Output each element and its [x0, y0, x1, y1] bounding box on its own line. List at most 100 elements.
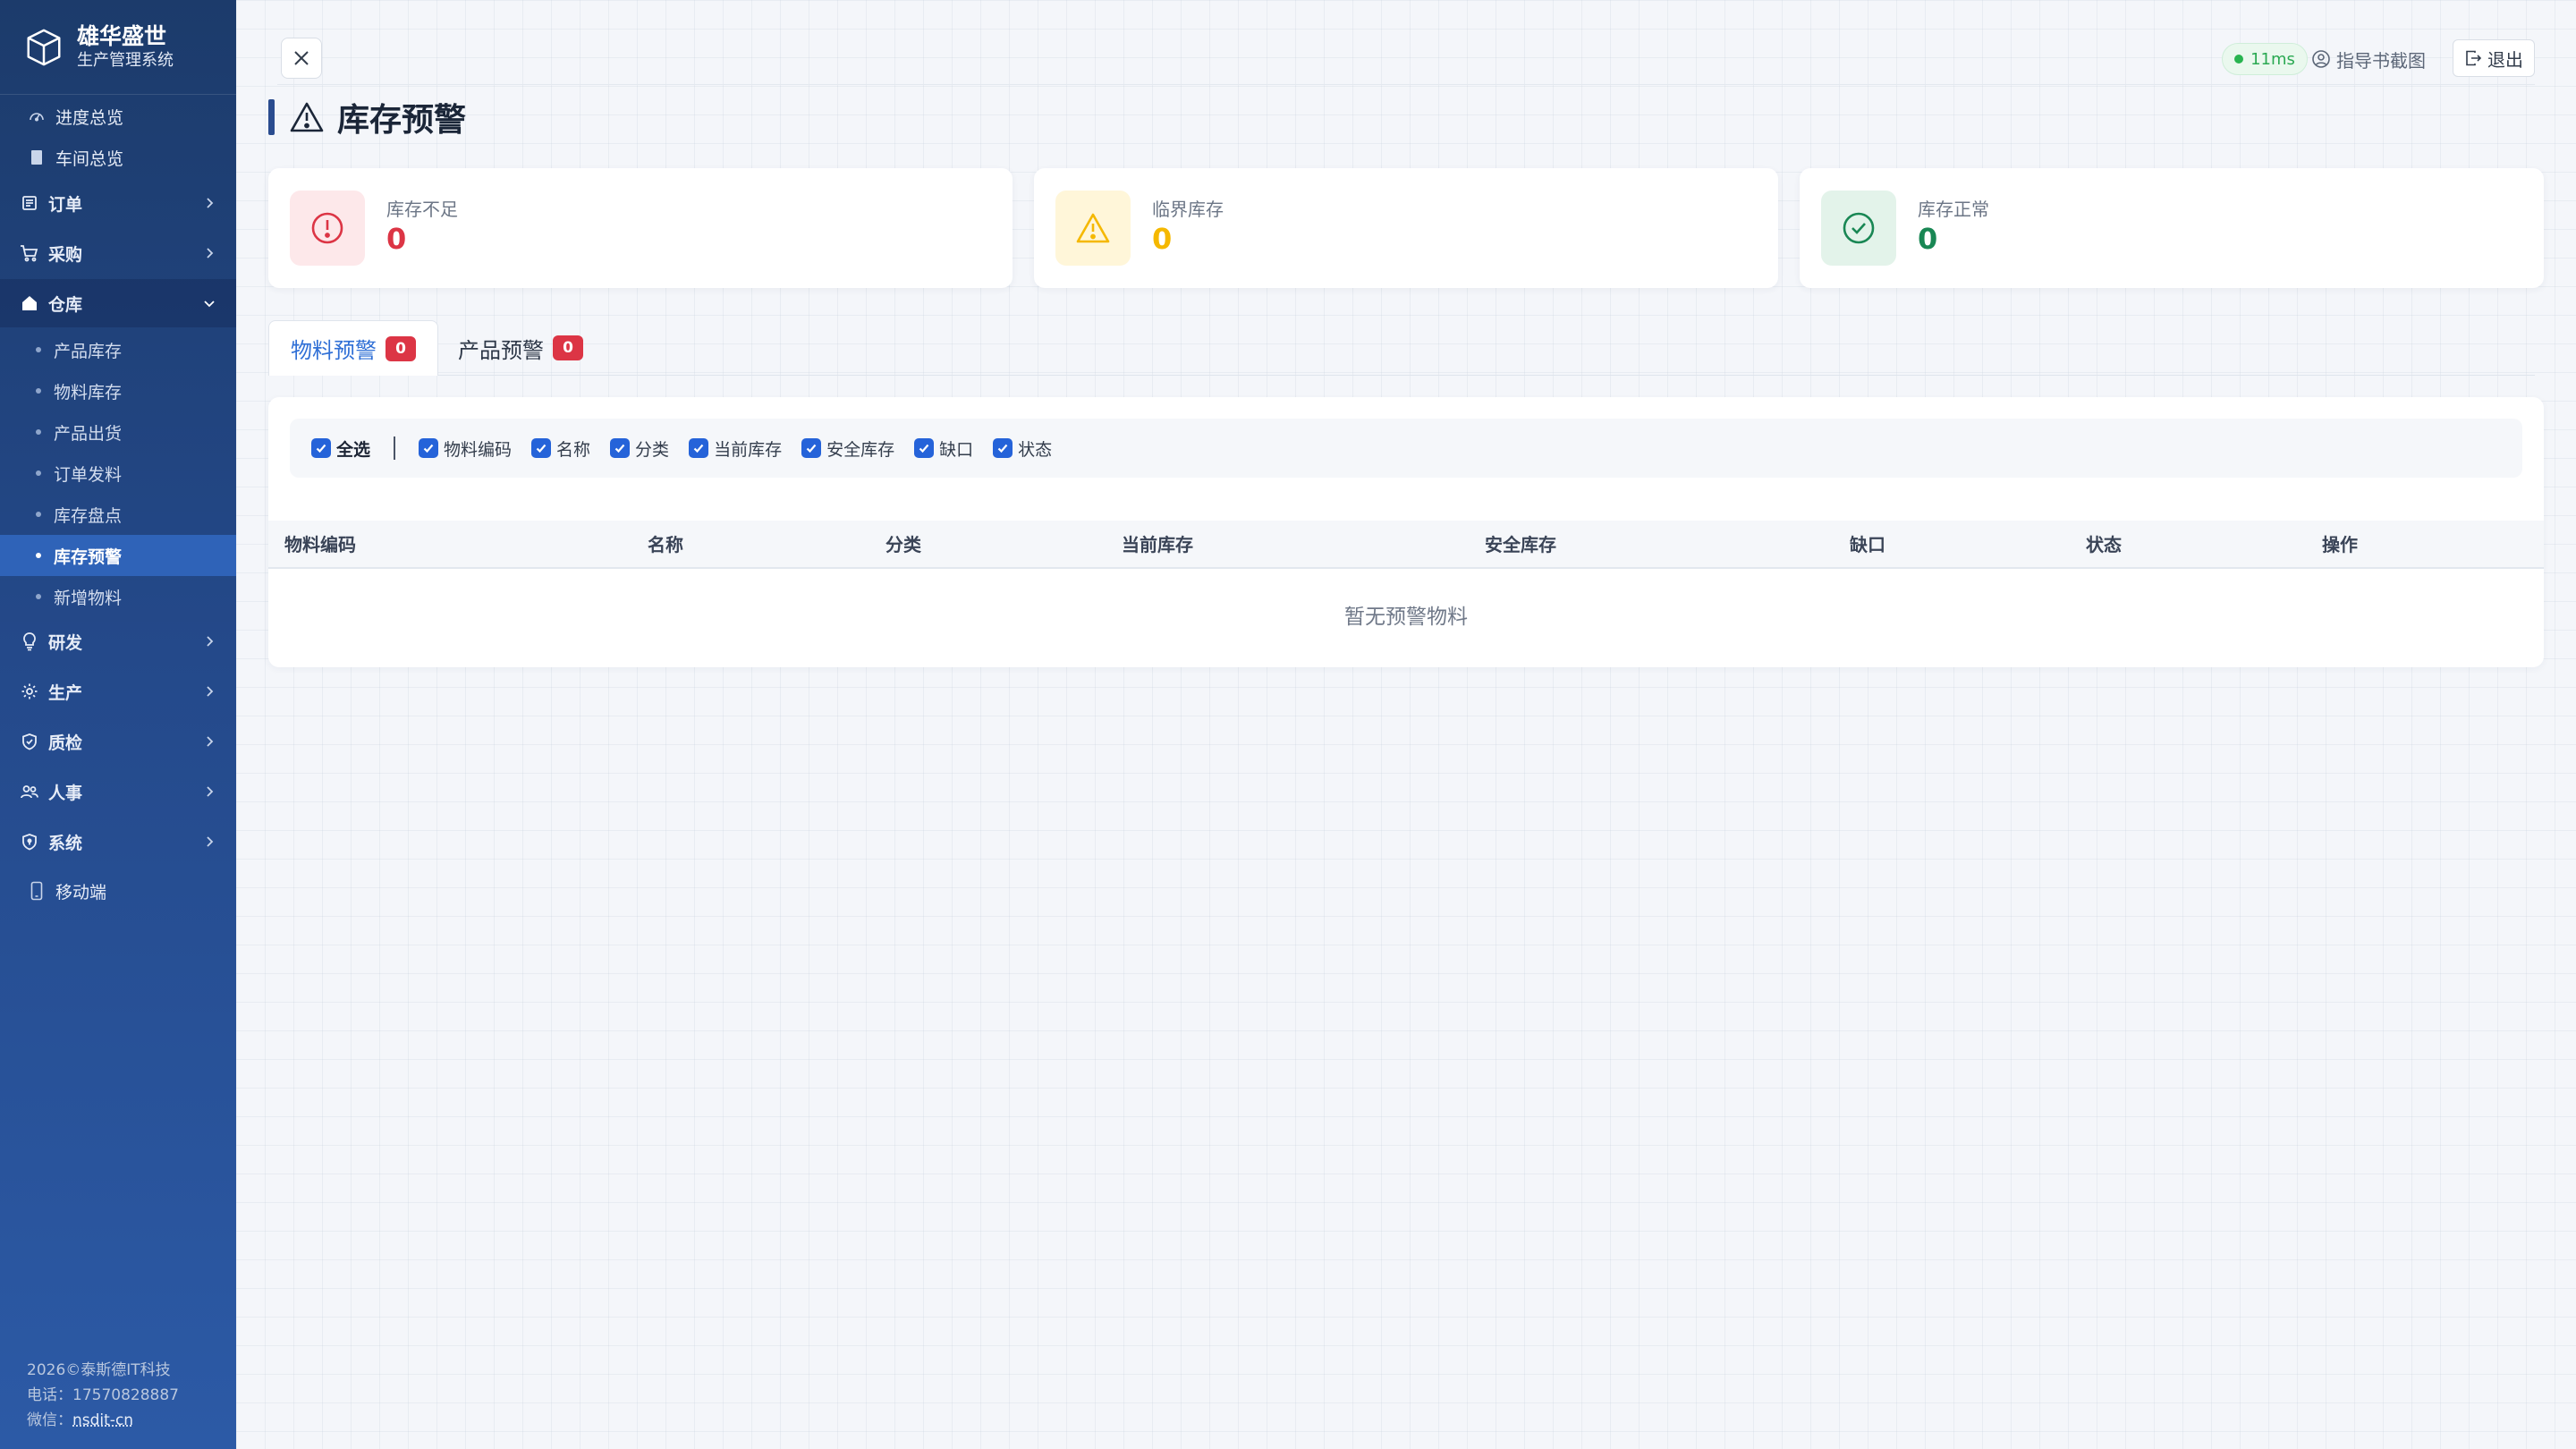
topbar-divider — [277, 84, 2535, 85]
bullet-dot — [36, 388, 41, 394]
sidebar-item-production[interactable]: 生产 — [0, 667, 236, 716]
cart-icon — [20, 243, 39, 263]
column-header-safety-stock[interactable]: 安全库存 — [1485, 521, 1556, 569]
column-header-current-stock[interactable]: 当前库存 — [1122, 521, 1193, 569]
sidebar-subitem-label: 库存盘点 — [54, 505, 123, 526]
tab-product-alert[interactable]: 产品预警 0 — [436, 320, 605, 376]
sidebar-item-progress[interactable]: 进度总览 — [0, 97, 236, 136]
column-checkbox-safety-stock[interactable]: 安全库存 — [801, 436, 894, 461]
sidebar-item-rnd[interactable]: 研发 — [0, 617, 236, 665]
column-header-status[interactable]: 状态 — [2086, 521, 2122, 569]
stat-card-critical: 临界库存 0 — [1034, 168, 1778, 288]
sidebar-item-label: 移动端 — [55, 882, 107, 902]
phone-icon — [27, 881, 47, 901]
checkbox-label: 缺口 — [939, 439, 974, 460]
column-checkbox-name[interactable]: 名称 — [531, 436, 590, 461]
bullet-dot — [36, 429, 41, 435]
sidebar-subitem-label: 产品出货 — [54, 423, 123, 444]
latency-value: 11ms — [2250, 49, 2295, 69]
sidebar-subitem-label: 产品库存 — [54, 341, 123, 361]
table-header: 物料编码 名称 分类 当前库存 安全库存 缺口 状态 操作 — [268, 521, 2544, 569]
sidebar-item-system[interactable]: 系统 — [0, 818, 236, 866]
checkbox-label: 名称 — [556, 439, 591, 460]
column-checkbox-status[interactable]: 状态 — [993, 436, 1052, 461]
sidebar-item-label: 系统 — [48, 833, 83, 853]
sidebar-subitem-stocktake[interactable]: 库存盘点 — [0, 494, 236, 535]
logout-button[interactable]: 退出 — [2453, 39, 2535, 77]
column-checkbox-category[interactable]: 分类 — [610, 436, 669, 461]
sidebar-subitem-label: 新增物料 — [54, 588, 123, 608]
sidebar-subitem-material-stock[interactable]: 物料库存 — [0, 370, 236, 411]
stat-label: 库存不足 — [386, 199, 458, 220]
page-title-text: 库存预警 — [337, 102, 467, 139]
sidebar-item-quality[interactable]: 质检 — [0, 717, 236, 766]
check-icon — [614, 444, 625, 453]
column-header-name[interactable]: 名称 — [648, 521, 683, 569]
checkbox-box — [993, 438, 1013, 458]
column-header-category[interactable]: 分类 — [886, 521, 921, 569]
guide-screenshot-link[interactable]: 指导书截图 — [2311, 43, 2426, 75]
stat-icon-box — [290, 191, 365, 266]
checkbox-box — [914, 438, 935, 458]
stat-label: 库存正常 — [1918, 199, 1989, 220]
column-header-actions: 操作 — [2322, 534, 2358, 555]
column-checkbox-code[interactable]: 物料编码 — [419, 436, 512, 461]
brand-name: 雄华盛世 — [77, 22, 167, 49]
sidebar-item-warehouse[interactable]: 仓库 — [0, 279, 236, 327]
stat-value: 0 — [1152, 222, 1173, 256]
column-header-code[interactable]: 物料编码 — [284, 521, 356, 569]
bullet-dot — [36, 553, 41, 558]
stat-icon-box — [1055, 191, 1131, 266]
close-tab-button[interactable] — [281, 38, 322, 79]
tab-material-alert[interactable]: 物料预警 0 — [268, 320, 438, 376]
sidebar-item-label: 车间总览 — [55, 148, 124, 169]
latency-badge: 11ms — [2222, 43, 2308, 75]
sidebar-subitem-label: 物料库存 — [54, 382, 123, 402]
column-filter-bar: 全选 物料编码 名称 分类 当前库存 安全库存 缺口 状态 — [290, 419, 2522, 478]
title-accent-bar — [268, 99, 275, 135]
sidebar-subitem-product-shipping[interactable]: 产品出货 — [0, 411, 236, 453]
sidebar-item-orders[interactable]: 订单 — [0, 179, 236, 227]
checkbox-label: 安全库存 — [826, 439, 895, 460]
sidebar-item-label: 仓库 — [48, 294, 83, 315]
chevron-right-icon — [207, 198, 214, 208]
shield-lock-icon — [20, 832, 39, 852]
sidebar-subitem-order-issue[interactable]: 订单发料 — [0, 453, 236, 494]
cube-logo-icon — [27, 29, 61, 65]
column-checkbox-shortage[interactable]: 缺口 — [914, 436, 973, 461]
sidebar-subitem-new-material[interactable]: 新增物料 — [0, 576, 236, 617]
building-icon — [27, 148, 47, 167]
stat-value: 0 — [1918, 222, 1938, 256]
sidebar-item-workshop[interactable]: 车间总览 — [0, 138, 236, 177]
chevron-right-icon — [207, 636, 214, 647]
stat-label: 临界库存 — [1152, 199, 1224, 220]
checkbox-box — [689, 438, 709, 458]
phone-text: 电话：17570828887 — [27, 1386, 179, 1404]
checkbox-box — [610, 438, 631, 458]
sidebar-item-mobile[interactable]: 移动端 — [0, 871, 236, 911]
sidebar-item-purchase[interactable]: 采购 — [0, 229, 236, 277]
sidebar-subitem-label: 库存预警 — [54, 547, 123, 567]
bullet-dot — [36, 512, 41, 517]
alert-panel: 全选 物料编码 名称 分类 当前库存 安全库存 缺口 状态 物料编码 名称 分类… — [268, 397, 2544, 667]
people-icon — [20, 782, 39, 801]
lightbulb-icon — [20, 631, 39, 651]
checkbox-box — [801, 438, 822, 458]
logout-label: 退出 — [2487, 48, 2523, 71]
chevron-right-icon — [207, 686, 214, 697]
main-content: 11ms 指导书截图 退出 库存预警 库存不足 0 临界库存 0 库存正常 0 — [236, 0, 2576, 1449]
checkbox-label: 状态 — [1018, 439, 1053, 460]
sidebar-item-label: 质检 — [48, 733, 83, 753]
stat-value: 0 — [386, 222, 407, 256]
page-title: 库存预警 — [268, 95, 466, 140]
column-checkbox-current-stock[interactable]: 当前库存 — [689, 436, 782, 461]
select-all-checkbox[interactable]: 全选 — [311, 436, 370, 461]
checkbox-box — [311, 438, 331, 458]
sidebar-footer: 2026©泰斯德IT科技 电话：17570828887 微信：nsdit-cn — [27, 1358, 179, 1433]
check-icon — [919, 444, 929, 453]
gear-icon — [20, 682, 39, 701]
column-header-shortage[interactable]: 缺口 — [1850, 521, 1885, 569]
sidebar-subitem-product-stock[interactable]: 产品库存 — [0, 329, 236, 370]
sidebar-item-hr[interactable]: 人事 — [0, 767, 236, 816]
sidebar-subitem-stock-alert[interactable]: 库存预警 — [0, 535, 236, 576]
